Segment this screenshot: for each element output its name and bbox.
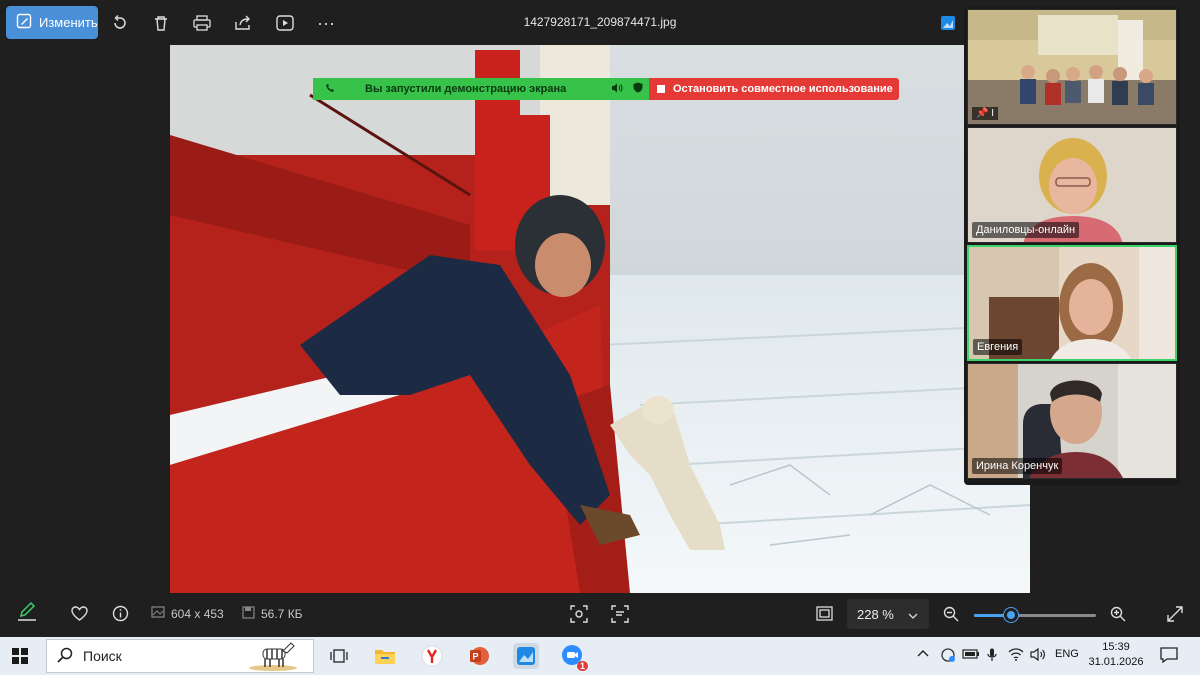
yandex-browser-icon[interactable] [419,643,445,669]
phone-icon [325,83,335,96]
photos-app-window: Изменить ··· 1427928171_209874471.jpg Вы… [0,0,1200,637]
taskbar-search-input[interactable]: Поиск [46,639,314,673]
search-icon [57,647,73,666]
zoom-slider-thumb[interactable] [1003,608,1018,622]
participant-tile[interactable]: 📌 I [967,9,1177,125]
photos-taskbar-icon[interactable] [513,643,539,669]
powerpoint-icon[interactable]: P [466,643,492,669]
windows-start-icon[interactable] [12,648,28,667]
input-language-indicator[interactable]: ENG [1055,648,1079,660]
zoom-out-icon[interactable] [943,606,959,622]
edit-icon [16,13,32,32]
participant-tile-active[interactable]: Евгения [967,245,1177,361]
zoom-level-value: 228 % [857,606,894,622]
video-participants-panel: 📌 I Даниловцы-онлайн Евгения Ирина Корен… [964,6,1180,485]
participant-name: Ирина Коренчук [972,458,1063,474]
share-status-message: Вы запустили демонстрацию экрана [365,83,567,95]
task-view-icon[interactable] [326,643,352,669]
system-clock[interactable]: 15:39 31.01.2026 [1085,640,1147,670]
face-detect-icon[interactable] [570,605,588,623]
shield-icon [633,82,643,96]
participant-name: Даниловцы-онлайн [972,222,1080,238]
screen-share-banner: Вы запустили демонстрацию экрана Останов… [313,78,899,100]
battery-icon[interactable] [962,648,980,663]
volume-icon[interactable] [1030,647,1046,664]
participant-tile[interactable]: Ирина Коренчук [967,363,1177,479]
favorite-icon[interactable] [71,606,88,621]
dimensions-text: 604 x 453 [171,606,224,621]
photos-app-icon[interactable] [937,12,959,34]
pen-icon[interactable] [16,598,38,624]
zoom-notification-badge: 1 [576,661,588,671]
notification-center-icon[interactable] [1160,647,1178,666]
photo-viewer-image[interactable] [170,45,1030,593]
fullscreen-icon[interactable] [1167,606,1183,622]
search-placeholder: Поиск [83,648,122,664]
fit-to-window-icon[interactable] [816,606,833,621]
file-name: 1427928171_209874471.jpg [523,15,677,29]
zoom-level-select[interactable]: 228 % [847,599,929,629]
save-disk-icon [242,606,255,622]
zebra-search-highlight-icon [247,639,299,674]
slideshow-icon[interactable] [274,12,296,34]
stop-icon [657,85,665,93]
speaker-icon[interactable] [611,83,623,96]
microphone-icon[interactable] [987,648,997,665]
share-status-bar: Вы запустили демонстрацию экрана [313,78,649,100]
clock-date: 31.01.2026 [1088,656,1144,668]
image-dimensions: 604 x 453 [151,606,224,621]
dimensions-icon [151,606,165,621]
clock-time: 15:39 [1102,641,1130,653]
rotate-icon[interactable] [109,12,131,34]
zoom-slider[interactable] [974,608,1096,622]
delete-icon[interactable] [150,12,172,34]
stop-share-label: Остановить совместное использование [673,83,893,95]
pin-icon[interactable]: 📌 I [972,107,999,120]
image-status-bar: 604 x 453 56.7 КБ 228 % [0,596,1200,636]
edit-button[interactable]: Изменить [6,6,98,39]
show-hidden-icons-chevron-up-icon[interactable] [917,648,929,660]
wifi-icon[interactable] [1008,648,1024,664]
participant-tile[interactable]: Даниловцы-онлайн [967,127,1177,243]
text-scan-icon[interactable] [611,605,629,623]
chevron-down-icon [908,607,918,622]
stop-share-button[interactable]: Остановить совместное использование [649,78,899,100]
file-size-text: 56.7 КБ [261,607,303,621]
more-icon[interactable]: ··· [315,12,337,34]
pin-label: I [991,108,995,119]
file-size: 56.7 КБ [242,606,303,622]
zoom-app-icon[interactable]: 1 [560,643,588,671]
print-icon[interactable] [191,12,213,34]
svg-text:P: P [473,652,479,662]
edit-button-label: Изменить [39,15,98,30]
participant-name: Евгения [973,339,1023,355]
info-icon[interactable] [112,605,129,622]
share-icon[interactable] [232,12,254,34]
sync-icon[interactable] [940,647,956,666]
file-explorer-icon[interactable] [372,643,398,669]
windows-taskbar: Поиск P 1 ENG 15:39 31.01.2026 [0,637,1200,675]
zoom-in-icon[interactable] [1110,606,1126,622]
